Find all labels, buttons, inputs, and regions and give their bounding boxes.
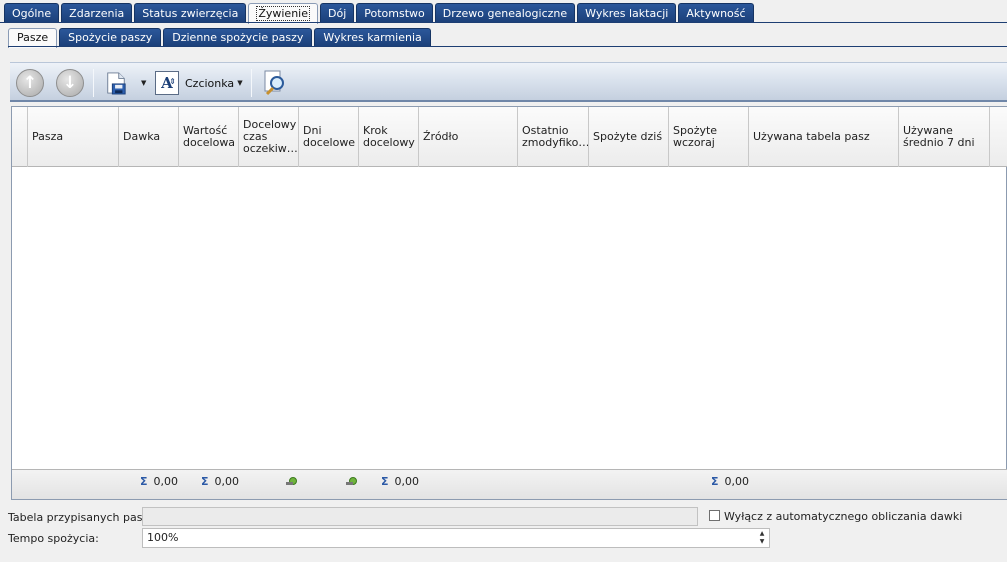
font-button[interactable]: A ⇕ Czcionka ▼ bbox=[155, 68, 243, 98]
spin-down-icon[interactable]: ▼ bbox=[757, 538, 767, 546]
arrow-up-icon: ↑ bbox=[16, 69, 44, 97]
sigma-icon: Σ bbox=[381, 474, 389, 488]
grid-summary-row: Σ 0,00 Σ 0,00 Σ 0,00 Σ 0,00 bbox=[12, 469, 1007, 499]
save-dropdown-button[interactable]: ▼ bbox=[137, 68, 146, 98]
exclude-auto-dose-checkbox[interactable] bbox=[709, 510, 720, 521]
column-header-zrodlo[interactable]: Źródło bbox=[419, 107, 518, 167]
group-summary-icon bbox=[346, 476, 357, 486]
magnifier-icon bbox=[264, 70, 284, 96]
toolbar-separator bbox=[251, 69, 252, 97]
sigma-icon: Σ bbox=[140, 474, 148, 488]
sub-tab-bar: Pasze Spożycie paszy Dzienne spożycie pa… bbox=[8, 28, 431, 48]
tempo-label: Tempo spożycia: bbox=[8, 532, 99, 545]
subtab-pasze[interactable]: Pasze bbox=[8, 28, 58, 48]
column-header-krok-docelowy[interactable]: Krok docelowy bbox=[359, 107, 419, 167]
tab-doj[interactable]: Dój bbox=[320, 3, 355, 23]
tempo-value: 100% bbox=[147, 531, 179, 544]
tab-zdarzenia[interactable]: Zdarzenia bbox=[61, 3, 133, 23]
main-tab-bar: Ogólne Zdarzenia Status zwierzęcia Żywie… bbox=[4, 3, 754, 24]
tempo-spinner[interactable]: 100% ▲ ▼ bbox=[142, 528, 770, 548]
move-down-button[interactable]: ↓ bbox=[56, 68, 84, 98]
column-header-spozyte-dzis[interactable]: Spożyte dziś bbox=[589, 107, 669, 167]
tab-aktywnosc[interactable]: Aktywność bbox=[678, 3, 754, 23]
toolbar-separator bbox=[93, 69, 94, 97]
exclude-auto-dose-label: Wyłącz z automatycznego obliczania dawki bbox=[724, 510, 963, 523]
sigma-icon: Σ bbox=[711, 474, 719, 488]
summary-krok-docelowy: Σ 0,00 bbox=[381, 474, 420, 488]
arrow-down-icon: ↓ bbox=[56, 69, 84, 97]
summary-wartosc-docelowa: Σ 0,00 bbox=[201, 474, 240, 488]
summary-docelowy-czas bbox=[286, 474, 297, 488]
column-header-pasza[interactable]: Pasza bbox=[28, 107, 119, 167]
chevron-down-icon: ▼ bbox=[141, 79, 147, 87]
grid-header: Pasza Dawka Wartość docelowa Docelowy cz… bbox=[12, 107, 1007, 167]
row-selector-header bbox=[12, 107, 28, 167]
toolbar: ↑ ↓ ▼ A ⇕ Czcionka ▼ bbox=[10, 62, 1007, 102]
column-header-dni-docelowe[interactable]: Dni docelowe bbox=[299, 107, 359, 167]
column-header-spozyte-wczoraj[interactable]: Spożyte wczoraj bbox=[669, 107, 749, 167]
subtab-wykres-karmienia[interactable]: Wykres karmienia bbox=[314, 28, 431, 47]
print-preview-button[interactable] bbox=[261, 68, 289, 98]
tab-status-zwierzecia[interactable]: Status zwierzęcia bbox=[134, 3, 247, 23]
column-header-uzywana-tabela-pasz[interactable]: Używana tabela pasz bbox=[749, 107, 899, 167]
spinner-arrows[interactable]: ▲ ▼ bbox=[757, 530, 767, 546]
spin-up-icon[interactable]: ▲ bbox=[757, 530, 767, 538]
tab-zywienie[interactable]: Żywienie bbox=[248, 3, 318, 24]
tab-potomstwo[interactable]: Potomstwo bbox=[356, 3, 433, 23]
summary-dawka: Σ 0,00 bbox=[140, 474, 179, 488]
tab-drzewo-genealogiczne[interactable]: Drzewo genealogiczne bbox=[434, 3, 576, 23]
tab-ogolne[interactable]: Ogólne bbox=[4, 3, 60, 23]
column-header-uzywane-srednio[interactable]: Używane średnio 7 dni bbox=[899, 107, 990, 167]
sub-tab-bar-divider bbox=[8, 46, 1007, 47]
chevron-down-icon: ▼ bbox=[237, 79, 243, 87]
summary-spozyte-wczoraj: Σ 0,00 bbox=[711, 474, 750, 488]
column-header-wartosc-docelowa[interactable]: Wartość docelowa bbox=[179, 107, 239, 167]
save-button[interactable] bbox=[105, 68, 127, 98]
save-icon bbox=[107, 72, 126, 95]
font-icon: A ⇕ bbox=[155, 71, 179, 95]
subtab-spozycie-paszy[interactable]: Spożycie paszy bbox=[59, 28, 162, 47]
column-header-docelowy-czas[interactable]: Docelowy czas oczekiw… bbox=[239, 107, 299, 167]
summary-dni-docelowe bbox=[346, 474, 357, 488]
assigned-feeds-field bbox=[142, 507, 698, 526]
group-summary-icon bbox=[286, 476, 297, 486]
column-header-ostatnio-zmodyfikowano[interactable]: Ostatnio zmodyfiko… bbox=[518, 107, 589, 167]
column-header-dawka[interactable]: Dawka bbox=[119, 107, 179, 167]
feeds-grid[interactable]: Pasza Dawka Wartość docelowa Docelowy cz… bbox=[11, 106, 1007, 500]
tab-wykres-laktacji[interactable]: Wykres laktacji bbox=[577, 3, 677, 23]
assigned-feeds-label: Tabela przypisanych pasz: bbox=[8, 511, 152, 524]
subtab-dzienne-spozycie-paszy[interactable]: Dzienne spożycie paszy bbox=[163, 28, 313, 47]
move-up-button[interactable]: ↑ bbox=[16, 68, 44, 98]
sigma-icon: Σ bbox=[201, 474, 209, 488]
tab-bar-divider bbox=[0, 22, 1007, 23]
font-button-label: Czcionka bbox=[185, 76, 235, 90]
